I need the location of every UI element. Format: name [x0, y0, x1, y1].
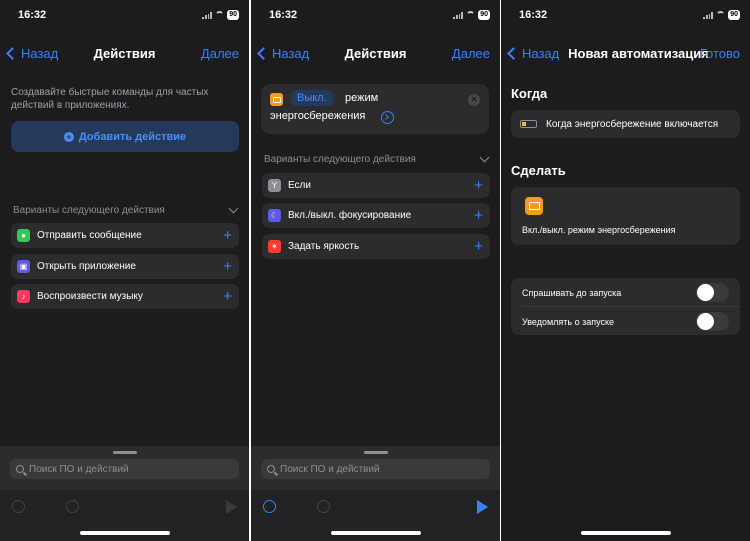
redo-icon[interactable] — [66, 500, 79, 513]
expand-arrow-icon[interactable] — [381, 111, 394, 124]
do-action-card[interactable]: Вкл./выкл. режим энергосбережения — [511, 187, 740, 245]
wifi-icon — [716, 11, 726, 19]
music-icon: ♪ — [17, 290, 30, 303]
suggestion-row[interactable]: Y Если + — [262, 173, 490, 198]
low-power-icon — [525, 197, 543, 215]
search-field[interactable] — [261, 459, 490, 479]
status-time: 16:32 — [269, 9, 298, 21]
undo-icon[interactable] — [263, 500, 276, 513]
plus-icon[interactable]: + — [474, 208, 483, 223]
home-indicator — [580, 531, 671, 535]
close-icon[interactable]: ✕ — [468, 94, 480, 106]
status-time: 16:32 — [18, 9, 47, 21]
next-button[interactable]: Далее — [201, 46, 239, 61]
app-icon: ▣ — [17, 260, 30, 273]
nav-bar: Назад Действия Далее — [0, 46, 249, 64]
bottom-sheet — [0, 446, 249, 541]
bottom-sheet — [251, 446, 500, 541]
next-button[interactable]: Далее — [452, 46, 490, 61]
wifi-icon — [215, 11, 225, 19]
nav-bar: Назад Действия Далее — [251, 46, 500, 64]
hint-text: Создавайте быстрые команды для частых де… — [11, 87, 209, 111]
brightness-icon: ✶ — [268, 240, 281, 253]
option-row: Уведомлять о запуске — [511, 307, 740, 336]
add-action-button[interactable]: + Добавить действие — [11, 121, 239, 152]
notify-on-run-toggle[interactable] — [696, 312, 729, 331]
screen-actions-empty: 16:32 90 Назад Действия Далее Создавайте… — [0, 0, 249, 541]
plus-icon[interactable]: + — [223, 228, 232, 243]
low-battery-icon — [520, 120, 537, 128]
search-input[interactable] — [280, 463, 460, 475]
home-indicator — [330, 531, 421, 535]
status-bar: 16:32 90 — [501, 9, 750, 23]
battery-icon: 90 — [478, 10, 490, 20]
do-heading: Сделать — [511, 163, 566, 178]
play-icon[interactable] — [226, 500, 237, 514]
sheet-grabber[interactable] — [112, 451, 137, 454]
action-card[interactable]: Выкл. режим энергосбережения ✕ — [261, 84, 489, 134]
status-bar: 16:32 90 — [0, 9, 249, 23]
signal-icon — [453, 11, 464, 19]
search-icon — [267, 465, 275, 473]
signal-icon — [202, 11, 213, 19]
redo-icon[interactable] — [317, 500, 330, 513]
plus-icon[interactable]: + — [223, 289, 232, 304]
plus-circle-icon: + — [63, 131, 74, 142]
ask-before-run-toggle[interactable] — [696, 283, 729, 302]
when-heading: Когда — [511, 86, 548, 101]
nav-bar: Назад Новая автоматизация Готово — [501, 46, 750, 64]
sheet-grabber[interactable] — [363, 451, 388, 454]
play-icon[interactable] — [477, 500, 488, 514]
moon-icon: ☾ — [268, 209, 281, 222]
chevron-down-icon[interactable] — [479, 152, 490, 163]
wifi-icon — [466, 11, 476, 19]
search-icon — [16, 465, 24, 473]
low-power-icon — [270, 93, 283, 106]
section-title: Варианты следующего действия — [264, 154, 416, 165]
undo-icon[interactable] — [12, 500, 25, 513]
suggestion-row[interactable]: ✶ Задать яркость + — [262, 234, 490, 259]
chevron-down-icon[interactable] — [228, 203, 239, 214]
plus-icon[interactable]: + — [223, 259, 232, 274]
plus-icon[interactable]: + — [474, 178, 483, 193]
trigger-row[interactable]: Когда энергосбережение включается — [511, 110, 740, 138]
action-parameter-token[interactable]: Выкл. — [291, 90, 333, 106]
signal-icon — [703, 11, 714, 19]
battery-icon: 90 — [227, 10, 239, 20]
search-field[interactable] — [10, 459, 239, 479]
status-bar: 16:32 90 — [251, 9, 500, 23]
options-group: Спрашивать до запуска Уведомлять о запус… — [511, 278, 740, 335]
section-title: Варианты следующего действия — [13, 205, 165, 216]
chevron-left-icon — [507, 47, 520, 60]
suggestion-row[interactable]: ● Отправить сообщение + — [11, 223, 239, 248]
suggestion-row[interactable]: ♪ Воспроизвести музыку + — [11, 284, 239, 309]
if-icon: Y — [268, 179, 281, 192]
suggestion-row[interactable]: ▣ Открыть приложение + — [11, 254, 239, 279]
option-row: Спрашивать до запуска — [511, 278, 740, 307]
screen-actions-added: 16:32 90 Назад Действия Далее Выкл. режи… — [251, 0, 500, 541]
status-time: 16:32 — [519, 9, 548, 21]
suggestion-row[interactable]: ☾ Вкл./выкл. фокусирование + — [262, 203, 490, 228]
search-input[interactable] — [29, 463, 209, 475]
messages-icon: ● — [17, 229, 30, 242]
home-indicator — [79, 531, 170, 535]
screen-new-automation: 16:32 90 Назад Новая автоматизация Готов… — [501, 0, 750, 541]
plus-icon[interactable]: + — [474, 239, 483, 254]
done-button[interactable]: Готово — [700, 46, 740, 61]
battery-icon: 90 — [728, 10, 740, 20]
